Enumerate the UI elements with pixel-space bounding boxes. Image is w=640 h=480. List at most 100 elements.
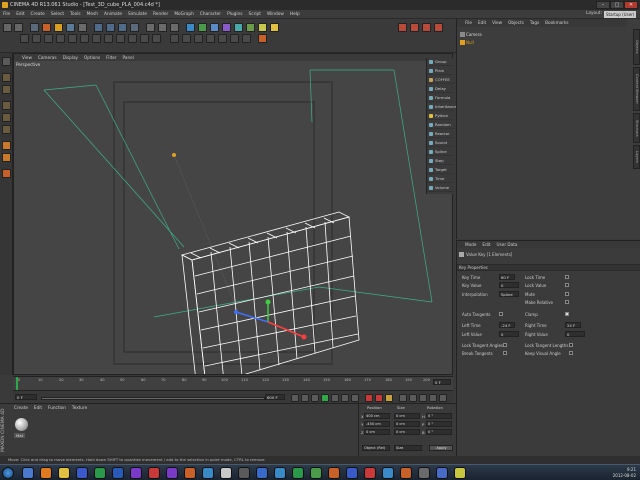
pen-icon[interactable] — [198, 23, 207, 32]
clamp-checkbox[interactable] — [565, 312, 569, 316]
lock-icon[interactable] — [206, 34, 215, 43]
taskbar-premiere-icon[interactable] — [130, 467, 142, 479]
enable-axis-icon[interactable] — [2, 141, 11, 150]
menu-select[interactable]: Select — [51, 10, 64, 18]
taskbar-explorer-icon[interactable] — [58, 467, 70, 479]
size-x-field[interactable]: 0 cm — [394, 413, 420, 419]
display-icon[interactable] — [242, 34, 251, 43]
menu-tools[interactable]: Tools — [70, 10, 81, 18]
z-axis-icon[interactable] — [118, 23, 127, 32]
recent-tools-icon[interactable] — [78, 23, 87, 32]
palette-item-plain[interactable]: Plain — [427, 67, 454, 75]
palette-item-sound[interactable]: Sound — [427, 139, 454, 147]
menu-plugins[interactable]: Plugins — [227, 10, 242, 18]
point-level-key-icon[interactable] — [439, 394, 447, 402]
workplane-icon[interactable] — [56, 34, 65, 43]
snap-tool-icon[interactable] — [2, 169, 11, 178]
left-value-field[interactable]: 0 — [499, 331, 519, 337]
right-value-field[interactable]: 0 — [565, 331, 585, 337]
taskbar-app-icon[interactable] — [256, 467, 268, 479]
rotation-b-field[interactable]: 0 ° — [426, 429, 452, 435]
timeline-ruler[interactable]: 0 10 20 30 40 50 60 70 80 90 100 110 120… — [13, 376, 453, 391]
palette-item-spline[interactable]: Spline — [427, 148, 454, 156]
am-menu-edit[interactable]: Edit — [482, 241, 490, 248]
lock-time-checkbox[interactable] — [565, 275, 569, 279]
coordinate-mode-select[interactable]: Object (Rel) — [362, 445, 390, 451]
camera-icon[interactable] — [258, 23, 267, 32]
deformer-icon[interactable] — [234, 23, 243, 32]
menu-edit[interactable]: Edit — [16, 10, 24, 18]
scale-key-icon[interactable] — [409, 394, 417, 402]
attribute-tag-icon[interactable] — [398, 23, 407, 32]
x-axis-knob[interactable] — [301, 334, 307, 340]
taskbar-app-icon[interactable] — [382, 467, 394, 479]
preview-range-slider[interactable] — [41, 397, 265, 400]
start-button-icon[interactable] — [2, 467, 14, 479]
lock-value-checkbox[interactable] — [565, 283, 569, 287]
menu-create[interactable]: Create — [31, 10, 45, 18]
side-tab-content-browser[interactable]: Content Browser — [633, 67, 640, 111]
parameter-key-icon[interactable] — [429, 394, 437, 402]
z-axis-knob[interactable] — [234, 310, 238, 314]
points-tool-icon[interactable] — [2, 101, 11, 110]
select-tool-icon[interactable] — [2, 57, 11, 66]
render-settings-icon[interactable] — [170, 23, 179, 32]
menu-mesh[interactable]: Mesh — [87, 10, 98, 18]
menu-animate[interactable]: Animate — [104, 10, 122, 18]
move-icon[interactable] — [42, 23, 51, 32]
right-time-field[interactable]: 24 F — [565, 322, 581, 328]
taskbar-app-icon[interactable] — [220, 467, 232, 479]
phong-tag-icon[interactable] — [410, 23, 419, 32]
size-z-field[interactable]: 0 cm — [394, 429, 420, 435]
rotate-icon[interactable] — [66, 23, 75, 32]
texture-mode-icon[interactable] — [44, 34, 53, 43]
polygons-tool-icon[interactable] — [2, 125, 11, 134]
taskbar-illustrator-icon[interactable] — [184, 467, 196, 479]
menu-simulate[interactable]: Simulate — [128, 10, 147, 18]
om-menu-file[interactable]: File — [465, 19, 472, 27]
taskbar-utorrent-icon[interactable] — [310, 467, 322, 479]
live-select-icon[interactable] — [30, 23, 39, 32]
play-icon[interactable] — [321, 394, 329, 402]
array-icon[interactable] — [222, 23, 231, 32]
palette-item-volume[interactable]: Volume — [427, 184, 454, 192]
solo-icon[interactable] — [152, 34, 161, 43]
palette-item-coffee[interactable]: COFFEE — [427, 76, 454, 84]
break-tangents-checkbox[interactable] — [503, 351, 507, 355]
interpolation-select[interactable]: Spline — [499, 291, 519, 297]
render-view-icon[interactable] — [146, 23, 155, 32]
layout-grid-icon[interactable] — [170, 34, 179, 43]
menu-mograph[interactable]: MoGraph — [174, 10, 194, 18]
record-icon[interactable] — [365, 394, 373, 402]
taskbar-app-icon[interactable] — [274, 467, 286, 479]
left-time-field[interactable]: -24 F — [499, 322, 515, 328]
vp-menu-display[interactable]: Display — [63, 54, 78, 61]
size-mode-select[interactable]: Size — [394, 445, 422, 451]
scale-icon[interactable] — [54, 23, 63, 32]
edges-tool-icon[interactable] — [2, 113, 11, 122]
menu-file[interactable]: File — [3, 10, 10, 18]
om-row-camera[interactable]: Camera — [459, 31, 639, 38]
taskbar-app-icon[interactable] — [436, 467, 448, 479]
menu-window[interactable]: Window — [267, 10, 284, 18]
vp-menu-panel[interactable]: Panel — [123, 54, 134, 61]
mute-checkbox[interactable] — [565, 292, 569, 296]
position-z-field[interactable]: 0 cm — [364, 429, 390, 435]
workspace-icon[interactable] — [194, 34, 203, 43]
side-tab-layers[interactable]: Layers — [633, 145, 640, 169]
mat-menu-edit[interactable]: Edit — [34, 404, 42, 412]
go-to-end-icon[interactable] — [351, 394, 359, 402]
environment-icon[interactable] — [246, 23, 255, 32]
points-mode-icon[interactable] — [68, 34, 77, 43]
key-value-field[interactable]: 0 — [499, 282, 519, 288]
rotation-p-field[interactable]: 0 ° — [426, 421, 452, 427]
menu-render[interactable]: Render — [153, 10, 168, 18]
am-menu-user-data[interactable]: User Data — [497, 241, 518, 248]
position-y-field[interactable]: -450 cm — [364, 421, 390, 427]
om-menu-tags[interactable]: Tags — [530, 19, 539, 27]
taskbar-aftereffects-icon[interactable] — [166, 467, 178, 479]
layout-select[interactable]: Startup (User) — [604, 10, 636, 18]
position-x-field[interactable]: 400 cm — [364, 413, 390, 419]
vp-menu-options[interactable]: Options — [84, 54, 100, 61]
end-frame-field[interactable]: 600 F — [265, 394, 285, 400]
